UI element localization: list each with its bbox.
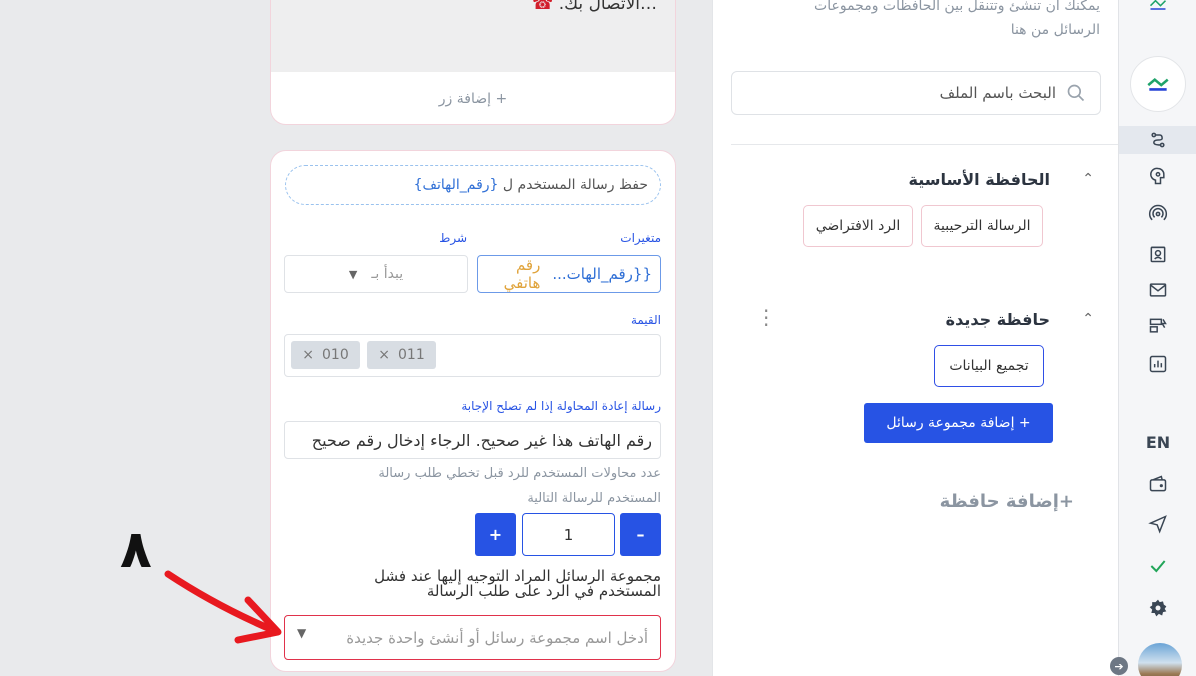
analytics-icon[interactable]	[1119, 350, 1196, 378]
divider	[731, 144, 1119, 145]
ai-brain-icon[interactable]	[1119, 162, 1196, 190]
value-label: القيمة	[630, 313, 661, 327]
message-text: …الاتصال بك.	[558, 0, 657, 14]
condition-select[interactable]: يبدأ بـ ▼	[284, 255, 468, 293]
new-folder-title: حافظة جديدة	[945, 310, 1050, 329]
phone-icon: ☎	[532, 0, 554, 14]
more-icon[interactable]: · · ·	[763, 301, 769, 335]
save-input-card: حفظ رسالة المستخدم ل {رقم_الهاتف} متغيرا…	[270, 150, 676, 672]
flow-icon[interactable]	[1119, 126, 1196, 154]
add-button-row[interactable]: + إضافة زر	[271, 71, 675, 124]
main-folder-title: الحافظة الأساسية	[908, 170, 1050, 189]
check-icon[interactable]	[1119, 552, 1196, 580]
contacts-icon[interactable]	[1119, 240, 1196, 268]
increment-button[interactable]: +	[475, 513, 516, 556]
attempts-input[interactable]: 1	[522, 513, 615, 556]
annotation-arrow	[164, 570, 282, 644]
search-icon	[1067, 84, 1085, 102]
add-button-label: + إضافة زر	[438, 90, 508, 107]
retry-label: رسالة إعادة المحاولة إذا لم تصلح الإجابة	[461, 399, 661, 413]
chip-data-collection[interactable]: تجميع البيانات	[934, 345, 1044, 387]
remove-tag-icon[interactable]: ×	[302, 347, 314, 363]
message-bubble: …الاتصال بك. ☎	[271, 0, 675, 71]
condition-label: شرط	[439, 231, 467, 245]
language-toggle[interactable]: EN	[1119, 433, 1196, 452]
attempts-hint: عدد محاولات المستخدم للرد قبل تخطي طلب ر…	[378, 466, 661, 506]
annotation-step-number: ٨	[120, 520, 152, 580]
remove-tag-icon[interactable]: ×	[378, 347, 390, 363]
add-message-group-button[interactable]: + إضافة مجموعة رسائل	[864, 403, 1053, 443]
collapse-icon[interactable]: ➔	[1110, 657, 1128, 675]
brand-logo-icon	[1147, 77, 1169, 91]
chevron-down-icon: ▼	[348, 267, 358, 281]
chevron-up-icon[interactable]: ⌃	[1082, 171, 1094, 187]
wallet-icon[interactable]	[1119, 470, 1196, 498]
fallback-group-select[interactable]: أدخل اسم مجموعة رسائل أو أنشئ واحدة جديد…	[284, 615, 661, 660]
chevron-down-icon: ▼	[297, 626, 307, 640]
message-card: …الاتصال بك. ☎ + إضافة زر	[270, 0, 676, 125]
integrations-icon[interactable]	[1119, 312, 1196, 340]
save-user-message-field[interactable]: حفظ رسالة المستخدم ل {رقم_الهاتف}	[285, 165, 661, 205]
gear-icon[interactable]	[1119, 594, 1196, 622]
logo-icon	[1119, 0, 1196, 18]
variables-label: متغيرات	[620, 231, 661, 245]
send-icon[interactable]	[1119, 510, 1196, 538]
chevron-up-icon[interactable]: ⌃	[1082, 311, 1094, 327]
broadcast-icon[interactable]	[1119, 200, 1196, 228]
fallback-label: مجموعة الرسائل المراد التوجيه إليها عند …	[374, 567, 661, 600]
chip-default-reply[interactable]: الرد الافتراضي	[803, 205, 913, 247]
value-tag[interactable]: × 010	[291, 341, 360, 369]
add-folder-button[interactable]: +إضافة حافظة	[940, 491, 1074, 512]
search-input[interactable]: البحث باسم الملف	[731, 71, 1101, 115]
value-tags-input[interactable]: × 011 × 010	[284, 334, 661, 377]
folders-intro: يمكنك ان تنشئ وتتنقل بين الحافظات ومجموع…	[814, 0, 1100, 38]
icon-rail: EN ➔	[1110, 0, 1196, 676]
decrement-button[interactable]: –	[620, 513, 661, 556]
retry-message-input[interactable]: رقم الهاتف هذا غير صحيح. الرجاء إدخال رق…	[284, 421, 661, 459]
value-tag[interactable]: × 011	[367, 341, 436, 369]
avatar[interactable]	[1138, 643, 1182, 676]
chip-welcome-message[interactable]: الرسالة الترحيبية	[921, 205, 1043, 247]
variable-select[interactable]: {{رقم_الهات... رقم هاتفي	[477, 255, 661, 293]
mail-icon[interactable]	[1119, 276, 1196, 304]
brand-logo[interactable]	[1130, 56, 1186, 112]
folders-panel: يمكنك ان تنشئ وتتنقل بين الحافظات ومجموع…	[712, 0, 1119, 676]
